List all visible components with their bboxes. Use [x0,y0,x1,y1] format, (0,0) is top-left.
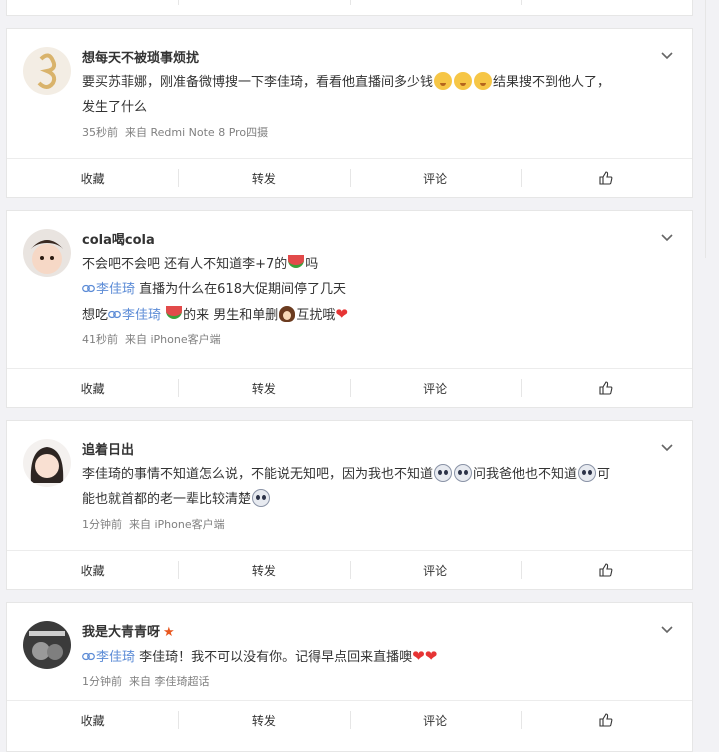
repost-button[interactable]: 转发 [178,701,349,739]
emoji-icon [434,464,453,482]
chevron-down-icon[interactable] [660,231,674,245]
mention-link[interactable]: 李佳琦 [108,308,161,323]
avatar[interactable] [23,47,71,95]
emoji-icon [474,72,493,90]
collect-button[interactable] [7,0,178,15]
collect-button[interactable]: 收藏 [7,159,178,197]
repost-button[interactable]: 转发 [178,551,349,589]
post-card: 追着日出 李佳琦的事情不知道怎么说，不能说无知吧，因为我也不知道 问我爸他也不知道… [6,420,693,590]
action-bar: 收藏 转发 评论 [7,368,692,407]
avatar[interactable] [23,229,71,277]
heart-icon: ❤ [424,647,438,665]
action-bar: 收藏 转发 评论 [7,550,692,589]
comment-button[interactable]: 评论 [349,159,521,197]
like-button[interactable] [520,551,692,589]
thumbs-up-icon [599,713,613,727]
like-button[interactable] [520,701,692,739]
mention-link[interactable]: 李佳琦 [82,282,135,297]
collect-button[interactable]: 收藏 [7,551,178,589]
avatar[interactable] [23,621,71,669]
repost-button[interactable]: 转发 [178,369,349,407]
repost-button[interactable] [178,0,349,15]
watermelon-emoji-icon [166,306,183,319]
chevron-down-icon[interactable] [660,441,674,455]
post-card-previous [6,0,693,16]
comment-button[interactable]: 评论 [349,369,521,407]
post-text: 要买苏菲娜，刚准备微博搜一下李佳琦，看看他直播间多少钱 结果搜不到他人了， 发生了… [82,70,652,120]
scroll-divider [705,0,706,258]
girl-emoji-icon [279,306,296,322]
post-text: 李佳琦 李佳琦！我不可以没有你。记得早点回来直播噢❤❤ [82,644,652,670]
post-text: 李佳琦的事情不知道怎么说，不能说无知吧，因为我也不知道 问我爸他也不知道可 能也就… [82,462,652,512]
post-card: 我是大青青呀 ★ 李佳琦 李佳琦！我不可以没有你。记得早点回来直播噢❤❤ 1分钟前… [6,602,693,752]
collect-button[interactable]: 收藏 [7,701,178,739]
author-name[interactable]: 想每天不被琐事烦扰 [82,47,199,66]
comment-button[interactable]: 评论 [349,551,521,589]
link-icon [82,652,95,661]
author-name[interactable]: 我是大青青呀 ★ [82,621,175,640]
emoji-icon [454,464,473,482]
mention-link[interactable]: 李佳琦 [82,650,135,665]
post-meta: 35秒前 来自 Redmi Note 8 Pro四摄 [82,126,269,139]
heart-icon: ❤ [335,305,348,323]
link-icon [82,284,95,293]
post-card: 想每天不被琐事烦扰 要买苏菲娜，刚准备微博搜一下李佳琦，看看他直播间多少钱 结果搜… [6,28,693,198]
emoji-icon [454,72,473,90]
like-button[interactable] [520,159,692,197]
emoji-icon [252,489,271,507]
avatar[interactable] [23,439,71,487]
like-button[interactable] [520,369,692,407]
comment-button[interactable] [349,0,521,15]
action-bar: 收藏 转发 评论 [7,158,692,197]
watermelon-emoji-icon [288,255,305,268]
like-button[interactable] [520,0,692,15]
link-icon [108,310,121,319]
action-bar [7,0,692,15]
star-badge-icon: ★ [163,625,175,640]
emoji-icon [434,72,453,90]
heart-icon: ❤ [412,647,425,665]
post-text: 不会吧不会吧 还有人不知道李+7的吗 李佳琦 直播为什么在618大促期间停了几天… [82,255,348,323]
author-name[interactable]: cola喝cola [82,229,155,248]
post-meta: 1分钟前 来自 iPhone客户端 [82,518,225,531]
post-card: cola喝cola 不会吧不会吧 还有人不知道李+7的吗 李佳琦 直播为什么在6… [6,210,693,408]
emoji-icon [578,464,597,482]
action-bar: 收藏 转发 评论 [7,700,692,739]
thumbs-up-icon [599,563,613,577]
post-meta: 41秒前 来自 iPhone客户端 [82,333,221,346]
post-meta: 1分钟前 来自 李佳琦超话 [82,675,210,688]
repost-button[interactable]: 转发 [178,159,349,197]
chevron-down-icon[interactable] [660,49,674,63]
comment-button[interactable]: 评论 [349,701,521,739]
thumbs-up-icon [599,381,613,395]
collect-button[interactable]: 收藏 [7,369,178,407]
chevron-down-icon[interactable] [660,623,674,637]
thumbs-up-icon [599,171,613,185]
author-name[interactable]: 追着日出 [82,439,134,458]
